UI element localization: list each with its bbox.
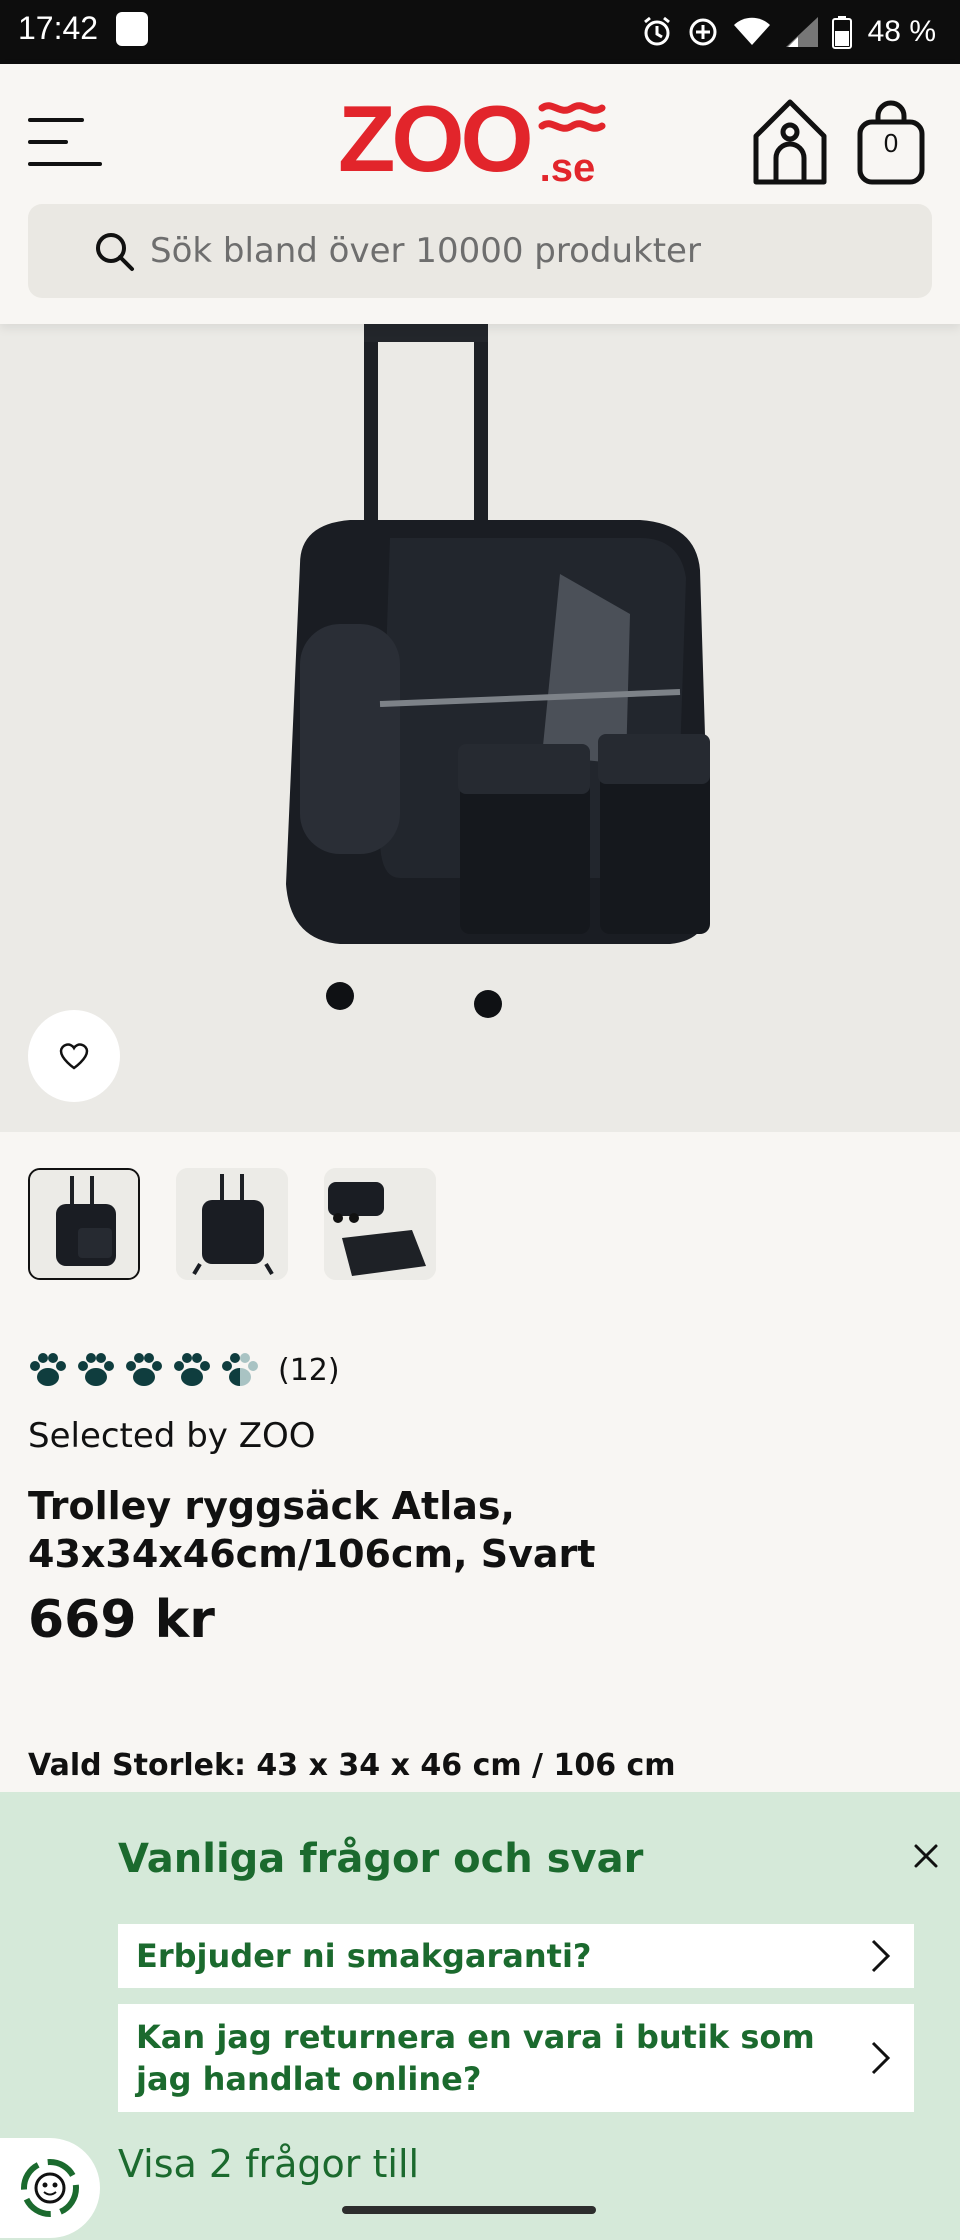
faq-question-text: Kan jag returnera en vara i butik som ja… (136, 2018, 815, 2098)
product-brand[interactable]: Selected by ZOO (28, 1416, 316, 1456)
favorite-button[interactable] (28, 1010, 120, 1102)
home-indicator[interactable] (342, 2206, 596, 2214)
thumbnail-image (30, 1170, 138, 1278)
battery-icon (831, 16, 852, 49)
doghouse-icon (753, 99, 827, 185)
chevron-right-icon (871, 1939, 891, 1973)
alarm-icon (643, 16, 670, 46)
thumbnail-image (176, 1168, 288, 1280)
search-input[interactable] (150, 231, 890, 271)
faq-title: Vanliga frågor och svar (118, 1836, 644, 1882)
logo-suffix: .se (539, 146, 596, 190)
product-image-gallery[interactable] (0, 324, 960, 1132)
menu-button[interactable] (24, 110, 104, 170)
doghouse-button[interactable] (750, 96, 830, 188)
chat-assistant-button[interactable] (0, 2138, 100, 2238)
faq-question[interactable]: Erbjuder ni smakgaranti? (118, 1924, 914, 1988)
thumbnail-strip (28, 1168, 436, 1280)
paw-icon (126, 1353, 162, 1386)
product-title: Trolley ryggsäck Atlas, 43x34x46cm/106cm… (28, 1484, 596, 1576)
cart-button[interactable]: 0 (856, 100, 926, 186)
logo-text: ZOO (338, 86, 534, 191)
signal-icon (785, 17, 818, 47)
chevron-right-icon (871, 2041, 891, 2075)
data-saver-icon (689, 18, 717, 46)
paw-icon (30, 1353, 66, 1386)
status-icons: 48 % (640, 8, 936, 56)
close-icon (914, 1844, 938, 1868)
half-paw-icon (222, 1353, 258, 1386)
thumbnail-image (324, 1168, 436, 1280)
product-price: 669 kr (28, 1590, 215, 1650)
wifi-icon (733, 17, 770, 45)
thumbnail-1[interactable] (28, 1168, 140, 1280)
search-icon (96, 233, 134, 271)
rating-count: (12) (278, 1352, 340, 1388)
faq-panel: Vanliga frågor och svar Erbjuder ni smak… (0, 1792, 960, 2240)
thumbnail-3[interactable] (324, 1168, 436, 1280)
site-header: ZOO .se 0 (0, 64, 960, 324)
cart-count: 0 (883, 128, 899, 158)
logo-waves-icon (538, 102, 606, 132)
status-time: 17:42 (18, 10, 99, 46)
close-button[interactable] (902, 1832, 950, 1880)
selected-size: Vald Storlek: 43 x 34 x 46 cm / 106 cm (28, 1748, 676, 1783)
faq-question[interactable]: Kan jag returnera en vara i butik som ja… (118, 2004, 914, 2112)
status-bar: 17:42 48 % (0, 0, 960, 64)
battery-percent: 48 % (867, 15, 936, 48)
paw-icon (174, 1353, 210, 1386)
rating[interactable]: (12) (28, 1350, 340, 1390)
search-bar[interactable] (28, 204, 932, 298)
show-more-link[interactable]: Visa 2 frågor till (118, 2142, 419, 2186)
faq-question-text: Erbjuder ni smakgaranti? (136, 1937, 592, 1975)
menu-icon (28, 118, 84, 122)
notification-icon (116, 12, 148, 46)
thumbnail-2[interactable] (176, 1168, 288, 1280)
paw-icon (78, 1353, 114, 1386)
heart-icon (59, 1043, 89, 1070)
assistant-icon (21, 2159, 79, 2217)
zoo-logo[interactable]: ZOO .se (338, 84, 624, 194)
logo-mark: .se (536, 94, 614, 190)
product-image (286, 324, 710, 1018)
